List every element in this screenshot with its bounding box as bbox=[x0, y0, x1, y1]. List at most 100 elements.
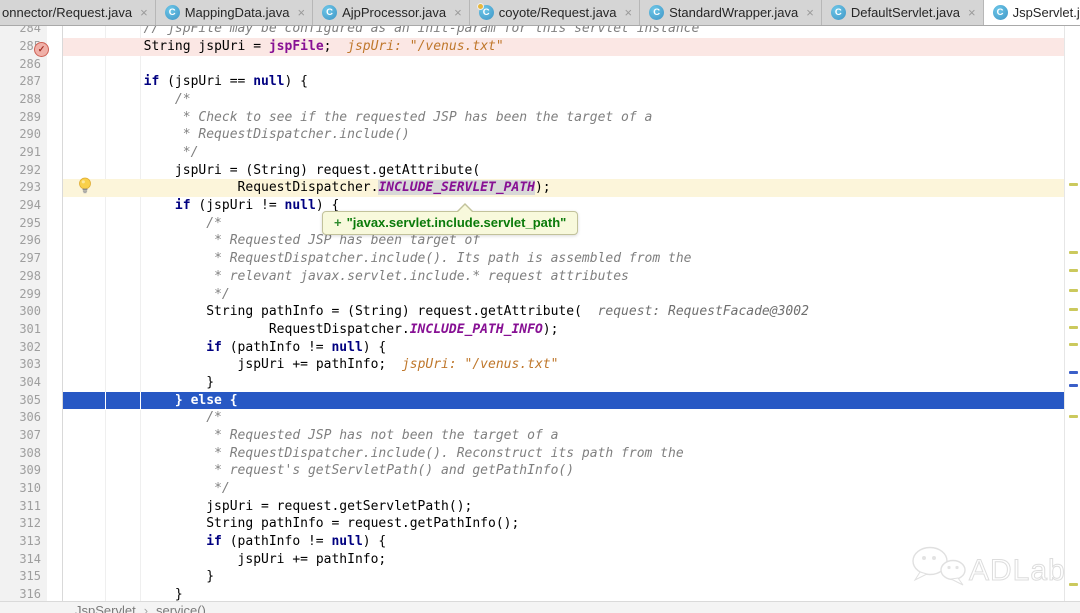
code-line-300[interactable]: 300 String pathInfo = (String) request.g… bbox=[0, 303, 1064, 321]
editor[interactable]: 284 // jspFile may be configured as an i… bbox=[0, 26, 1080, 601]
code-line-310[interactable]: 310 */ bbox=[0, 480, 1064, 498]
tab-coyote-request-java[interactable]: Ccoyote/Request.java× bbox=[470, 0, 640, 25]
code-line-292[interactable]: 292 jspUri = (String) request.getAttribu… bbox=[0, 162, 1064, 180]
line-number[interactable]: 303 bbox=[0, 356, 41, 374]
stripe-mark-warning[interactable] bbox=[1069, 343, 1078, 346]
code-line-304[interactable]: 304 } bbox=[0, 374, 1064, 392]
error-stripe-scrollbar[interactable] bbox=[1064, 26, 1080, 601]
code-line-299[interactable]: 299 */ bbox=[0, 286, 1064, 304]
line-number[interactable]: 296 bbox=[0, 232, 41, 250]
line-number[interactable]: 299 bbox=[0, 286, 41, 304]
line-number[interactable]: 298 bbox=[0, 268, 41, 286]
code-line-298[interactable]: 298 * relevant javax.servlet.include.* r… bbox=[0, 268, 1064, 286]
code-line-307[interactable]: 307 * Requested JSP has not been the tar… bbox=[0, 427, 1064, 445]
tab-standardwrapper-java[interactable]: CStandardWrapper.java× bbox=[640, 0, 822, 25]
line-number[interactable]: 297 bbox=[0, 250, 41, 268]
line-number[interactable]: 305 bbox=[0, 392, 41, 410]
line-number[interactable]: 287 bbox=[0, 73, 41, 91]
code-text: /* bbox=[81, 409, 222, 427]
code-line-311[interactable]: 311 jspUri = request.getServletPath(); bbox=[0, 498, 1064, 516]
line-number[interactable]: 308 bbox=[0, 445, 41, 463]
line-number[interactable]: 307 bbox=[0, 427, 41, 445]
code-line-312[interactable]: 312 String pathInfo = request.getPathInf… bbox=[0, 515, 1064, 533]
stripe-mark-warning[interactable] bbox=[1069, 308, 1078, 311]
code-line-288[interactable]: 288 /* bbox=[0, 91, 1064, 109]
tab-mappingdata-java[interactable]: CMappingData.java× bbox=[156, 0, 313, 25]
line-number[interactable]: 289 bbox=[0, 109, 41, 127]
breadcrumb-method[interactable]: service() bbox=[156, 603, 206, 613]
class-icon: C bbox=[993, 5, 1008, 20]
code-text: */ bbox=[81, 286, 230, 304]
line-number[interactable]: 288 bbox=[0, 91, 41, 109]
code-text: jspUri += pathInfo; jspUri: "/venus.txt" bbox=[81, 356, 558, 374]
code-line-286[interactable]: 286 bbox=[0, 56, 1064, 74]
line-number[interactable]: 312 bbox=[0, 515, 41, 533]
line-number[interactable]: 314 bbox=[0, 551, 41, 569]
line-number[interactable]: 316 bbox=[0, 586, 41, 601]
tab-defaultservlet-java[interactable]: CDefaultServlet.java× bbox=[822, 0, 984, 25]
code-line-297[interactable]: 297 * RequestDispatcher.include(). Its p… bbox=[0, 250, 1064, 268]
line-number[interactable]: 310 bbox=[0, 480, 41, 498]
class-icon: C bbox=[322, 5, 337, 20]
stripe-mark-warning[interactable] bbox=[1069, 326, 1078, 329]
line-number[interactable]: 290 bbox=[0, 126, 41, 144]
line-number[interactable]: 291 bbox=[0, 144, 41, 162]
line-number[interactable]: 295 bbox=[0, 215, 41, 233]
verified-breakpoint-icon[interactable]: ✓ bbox=[34, 42, 49, 57]
code-line-291[interactable]: 291 */ bbox=[0, 144, 1064, 162]
code-line-290[interactable]: 290 * RequestDispatcher.include() bbox=[0, 126, 1064, 144]
line-number[interactable]: 315 bbox=[0, 568, 41, 586]
line-number[interactable]: 293 bbox=[0, 179, 41, 197]
close-icon[interactable]: × bbox=[297, 5, 305, 20]
breadcrumb-bar: JspServlet › service() bbox=[0, 601, 1080, 613]
stripe-mark-warning[interactable] bbox=[1069, 251, 1078, 254]
line-number[interactable]: 300 bbox=[0, 303, 41, 321]
code-line-308[interactable]: 308 * RequestDispatcher.include(). Recon… bbox=[0, 445, 1064, 463]
stripe-mark-warning[interactable] bbox=[1069, 289, 1078, 292]
tab-jspservlet-java[interactable]: CJspServlet.java× bbox=[984, 0, 1080, 25]
code-text: /* bbox=[81, 215, 222, 233]
tab-onnector-request-java[interactable]: onnector/Request.java× bbox=[0, 0, 156, 25]
code-line-301[interactable]: 301 RequestDispatcher.INCLUDE_PATH_INFO)… bbox=[0, 321, 1064, 339]
line-number[interactable]: 302 bbox=[0, 339, 41, 357]
close-icon[interactable]: × bbox=[454, 5, 462, 20]
code-text: * RequestDispatcher.include() bbox=[81, 126, 410, 144]
code-line-285[interactable]: 285 String jspUri = jspFile; jspUri: "/v… bbox=[0, 38, 1064, 56]
close-icon[interactable]: × bbox=[806, 5, 814, 20]
breadcrumb-file[interactable]: JspServlet bbox=[75, 603, 136, 613]
code-line-289[interactable]: 289 * Check to see if the requested JSP … bbox=[0, 109, 1064, 127]
line-number[interactable]: 294 bbox=[0, 197, 41, 215]
code-line-309[interactable]: 309 * request's getServletPath() and get… bbox=[0, 462, 1064, 480]
stripe-mark-warning[interactable] bbox=[1069, 415, 1078, 418]
code-line-284[interactable]: 284 // jspFile may be configured as an i… bbox=[0, 26, 1064, 38]
line-number[interactable]: 313 bbox=[0, 533, 41, 551]
stripe-mark-caret[interactable] bbox=[1069, 371, 1078, 374]
code-text: * request's getServletPath() and getPath… bbox=[81, 462, 574, 480]
code-line-293[interactable]: 293 RequestDispatcher.INCLUDE_SERVLET_PA… bbox=[0, 179, 1064, 197]
stripe-mark-warning[interactable] bbox=[1069, 183, 1078, 186]
line-number[interactable]: 304 bbox=[0, 374, 41, 392]
code-text: RequestDispatcher.INCLUDE_SERVLET_PATH); bbox=[81, 179, 551, 197]
code-line-287[interactable]: 287 if (jspUri == null) { bbox=[0, 73, 1064, 91]
code-line-306[interactable]: 306 /* bbox=[0, 409, 1064, 427]
line-number[interactable]: 311 bbox=[0, 498, 41, 516]
code-line-296[interactable]: 296 * Requested JSP has been target of bbox=[0, 232, 1064, 250]
class-icon: C bbox=[165, 5, 180, 20]
line-number[interactable]: 309 bbox=[0, 462, 41, 480]
code-line-303[interactable]: 303 jspUri += pathInfo; jspUri: "/venus.… bbox=[0, 356, 1064, 374]
line-number[interactable]: 306 bbox=[0, 409, 41, 427]
tab-ajpprocessor-java[interactable]: CAjpProcessor.java× bbox=[313, 0, 470, 25]
stripe-mark-caret[interactable] bbox=[1069, 384, 1078, 387]
stripe-mark-warning[interactable] bbox=[1069, 269, 1078, 272]
line-number[interactable]: 301 bbox=[0, 321, 41, 339]
intention-bulb-icon[interactable] bbox=[78, 177, 92, 194]
code-line-305[interactable]: 305 } else { bbox=[0, 392, 1064, 410]
code-line-302[interactable]: 302 if (pathInfo != null) { bbox=[0, 339, 1064, 357]
close-icon[interactable]: × bbox=[140, 5, 148, 20]
indent-guide bbox=[140, 392, 141, 410]
line-number[interactable]: 292 bbox=[0, 162, 41, 180]
line-number[interactable]: 284 bbox=[0, 26, 41, 38]
line-number[interactable]: 286 bbox=[0, 56, 41, 74]
close-icon[interactable]: × bbox=[625, 5, 633, 20]
close-icon[interactable]: × bbox=[968, 5, 976, 20]
